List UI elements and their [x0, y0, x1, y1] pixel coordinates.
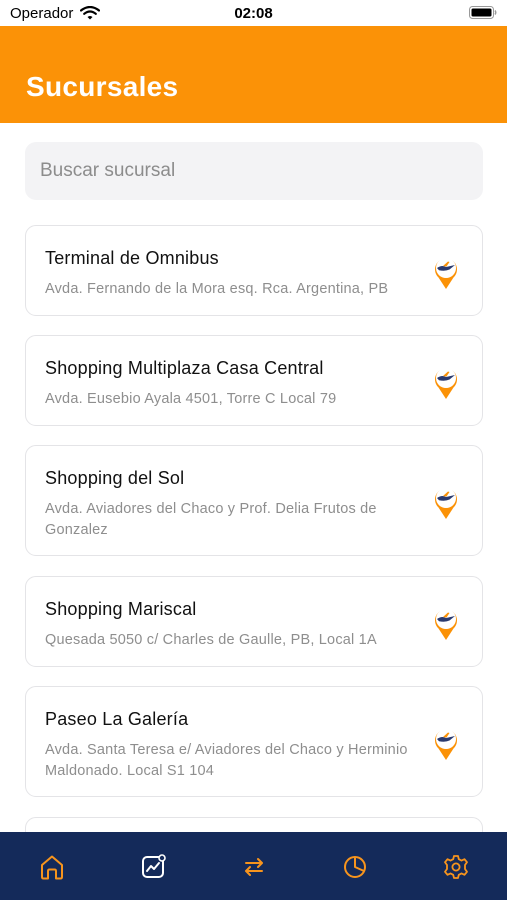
branch-address: Avda. Aviadores del Chaco y Prof. Delia …	[45, 501, 377, 538]
map-pin-icon[interactable]	[430, 604, 462, 642]
branch-address: Avda. Fernando de la Mora esq. Rca. Arge…	[45, 281, 389, 297]
app-header: Sucursales	[0, 26, 507, 123]
branch-address: Quesada 5050 c/ Charles de Gaulle, PB, L…	[45, 632, 377, 648]
status-time: 02:08	[234, 5, 273, 22]
settings-icon[interactable]	[441, 852, 471, 882]
tab-bar	[0, 832, 507, 900]
branch-name: Paseo La Galería	[45, 709, 189, 729]
branch-address: Avda. Eusebio Ayala 4501, Torre C Local …	[45, 391, 337, 407]
branch-address: Avda. Santa Teresa e/ Aviadores del Chac…	[45, 742, 408, 779]
map-pin-icon[interactable]	[430, 253, 462, 291]
transfer-icon[interactable]	[239, 852, 269, 882]
branch-card[interactable]: Shopping Multiplaza Casa Central Avda. Eu…	[25, 335, 483, 426]
status-bar: Operador 02:08	[0, 0, 507, 26]
branch-card[interactable]: Shopping del Sol Avda. Aviadores del Chac…	[25, 445, 483, 556]
branch-name: Shopping Multiplaza Casa Central	[45, 358, 324, 378]
branch-name: Shopping Mariscal	[45, 599, 197, 619]
branch-card[interactable]: Paseo La Galería Avda. Santa Teresa e/ Av…	[25, 686, 483, 797]
pie-chart-icon[interactable]	[340, 852, 370, 882]
page-title: Sucursales	[26, 71, 179, 102]
branch-card[interactable]: Terminal de Omnibus Avda. Fernando de la …	[25, 225, 483, 316]
search-input[interactable]	[25, 142, 483, 200]
branch-name: Shopping del Sol	[45, 468, 185, 488]
branch-card[interactable]: Shopping Mariscal Quesada 5050 c/ Charles…	[25, 576, 483, 667]
chart-icon[interactable]	[138, 852, 168, 882]
branch-name: Terminal de Omnibus	[45, 248, 219, 268]
map-pin-icon[interactable]	[430, 483, 462, 521]
map-pin-icon[interactable]	[430, 724, 462, 762]
home-icon[interactable]	[37, 852, 67, 882]
battery-icon	[469, 6, 497, 19]
map-pin-icon[interactable]	[430, 363, 462, 401]
